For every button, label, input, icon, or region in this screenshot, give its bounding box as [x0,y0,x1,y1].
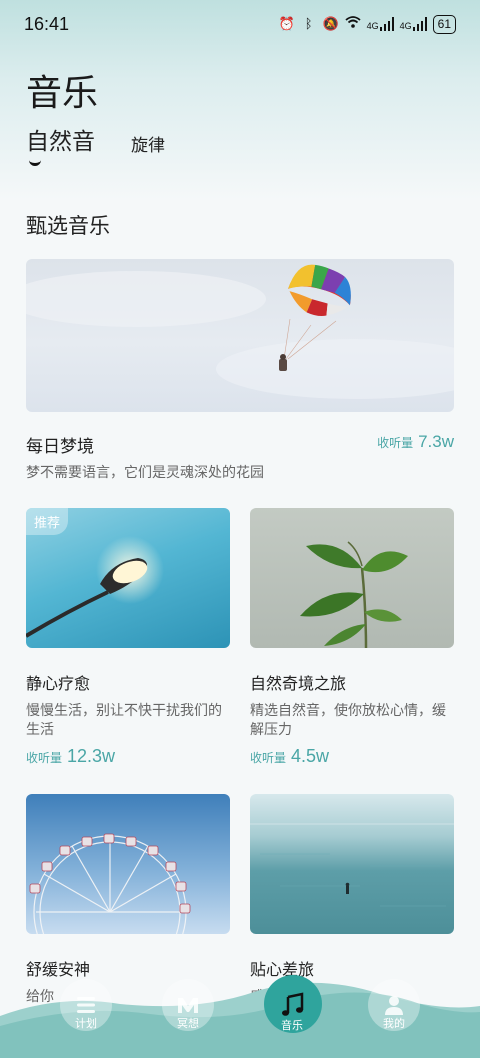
play-count-label: 收听量 [26,751,63,765]
play-count-value: 12.3w [67,746,116,766]
card-play-count: 收听量 4.5w [250,746,454,767]
card-title: 自然奇境之旅 [250,674,347,693]
featured-description: 梦不需要语言，它们是灵魂深处的花园 [26,465,264,481]
signal-4g-icon: 4G [400,17,427,31]
recommend-badge: 推荐 [26,508,69,535]
bottom-nav: 计划 冥想 音乐 我的 [0,975,480,1058]
featured-play-count: 收听量 7.3w [377,432,454,452]
card-play-count: 收听量 12.3w [26,746,230,767]
sea-surfer-image [250,794,454,934]
mute-icon: 🔕 [322,16,339,32]
tab-nature-sounds[interactable]: 自然音 [26,122,95,156]
status-icons: ⏰ ᛒ 🔕 4G 4G 61 [278,14,456,34]
nav-label: 音乐 [281,1019,303,1032]
card-title: 静心疗愈 [26,674,91,693]
green-plant-image [250,508,454,648]
tab-bar: 自然音 旋律 [26,122,165,156]
play-count-value: 7.3w [418,432,454,451]
featured-title[interactable]: 每日梦境 [26,432,94,457]
section-title: 甄选音乐 [26,214,110,238]
street-lamp-image: 推荐 [26,508,230,648]
page-title: 音乐 [26,73,99,114]
battery-indicator: 61 [432,14,456,34]
network-label-1: 4G [366,21,379,31]
play-count-value: 4.5w [291,746,330,766]
card-description: 精选自然音，使你放松心情，缓解压力 [250,703,446,738]
card-description: 慢慢生活，别让不快干扰我们的生活 [26,703,222,738]
parachute-image [26,264,454,399]
play-count-label: 收听量 [250,751,287,765]
nav-music[interactable]: 音乐 [264,975,322,1033]
nav-meditation[interactable]: 冥想 [160,979,216,1031]
ferris-wheel-image [26,794,230,934]
music-card[interactable]: 自然奇境之旅 精选自然音，使你放松心情，缓解压力 收听量 4.5w [250,508,454,767]
nav-label: 计划 [75,1017,97,1030]
play-count-label: 收听量 [377,436,414,450]
featured-banner-image[interactable] [26,259,454,412]
nav-label: 我的 [383,1017,405,1030]
alarm-icon: ⏰ [278,16,295,32]
status-time: 16:41 [24,13,70,34]
bluetooth-icon: ᛒ [304,16,313,32]
music-card[interactable]: 推荐 静心疗愈 慢慢生活，别让不快干扰我们的生活 收听量 12.3w [26,508,230,767]
network-label-2: 4G [399,21,412,31]
wifi-icon [345,15,361,33]
nav-plan[interactable]: 计划 [58,979,114,1031]
nav-profile[interactable]: 我的 [366,979,422,1031]
tab-melody[interactable]: 旋律 [131,131,165,156]
status-bar: 16:41 ⏰ ᛒ 🔕 4G 4G 61 [0,0,480,48]
nav-label: 冥想 [177,1017,199,1030]
signal-4g-icon: 4G [367,17,394,31]
